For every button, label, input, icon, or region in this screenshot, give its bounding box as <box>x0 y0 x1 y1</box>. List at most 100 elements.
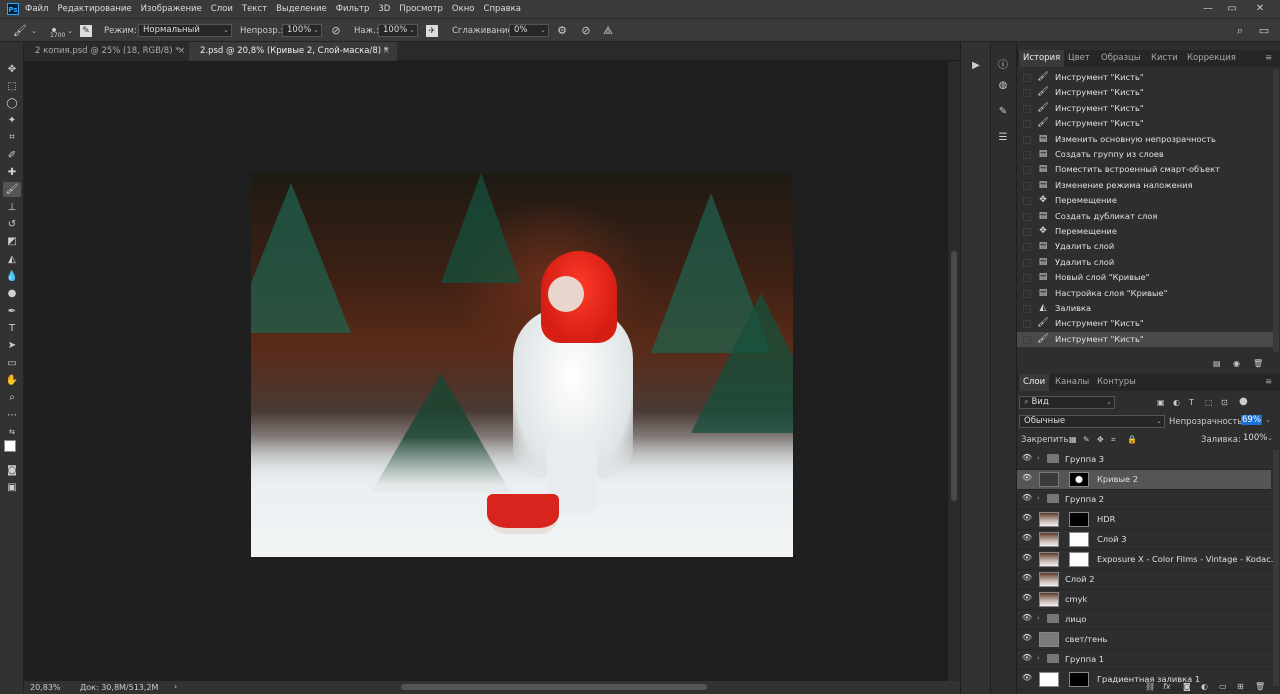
minimize-icon[interactable]: — <box>1198 0 1218 18</box>
filter-type-icon[interactable]: T <box>1189 398 1194 407</box>
filter-smart-icon[interactable]: ⊡ <box>1221 398 1228 407</box>
layer-row[interactable]: 👁 Слой 3 <box>1017 530 1271 550</box>
panel-menu-icon[interactable]: ≡ <box>1265 50 1272 67</box>
crop-tool-icon[interactable]: ⌗ <box>3 130 21 145</box>
tab-adjustments[interactable]: Коррекция <box>1187 50 1236 67</box>
gradient-fill-thumbnail[interactable] <box>1039 672 1059 687</box>
brush-settings-icon[interactable]: ✎ <box>80 25 92 37</box>
layers-scrollbar[interactable] <box>1273 450 1279 686</box>
dodge-tool-icon[interactable]: ● <box>3 286 21 301</box>
layer-row[interactable]: 👁 › Группа 2 <box>1017 490 1271 510</box>
tab-document-1[interactable]: 2 копия.psd @ 25% (18, RGB/8) * × <box>24 42 192 61</box>
eye-icon[interactable]: 👁 <box>1021 613 1033 622</box>
path-select-tool-icon[interactable]: ➤ <box>3 338 21 353</box>
gradient-tool-icon[interactable]: ◭ <box>3 252 21 267</box>
new-document-icon[interactable]: ▤ <box>1213 359 1221 368</box>
layer-thumbnail[interactable] <box>1039 512 1059 527</box>
menu-window[interactable]: Окно <box>452 4 475 14</box>
layer-filter-select[interactable]: ⌕ Вид ⌄ <box>1019 396 1115 409</box>
history-row[interactable]: ▤ Удалить слой <box>1017 239 1273 254</box>
tab-brushes[interactable]: Кисти <box>1151 50 1178 67</box>
eye-icon[interactable]: 👁 <box>1021 533 1033 542</box>
history-row[interactable]: ▤ Создать дубликат слоя <box>1017 209 1273 224</box>
pressure-size-icon[interactable]: ⊘ <box>578 23 594 39</box>
chevron-down-icon[interactable]: ⌄ <box>26 23 42 39</box>
symmetry-icon[interactable]: ⟁ <box>600 23 616 39</box>
menu-file[interactable]: Файл <box>25 4 48 14</box>
play-icon[interactable]: ▶ <box>968 58 984 74</box>
eye-icon[interactable]: 👁 <box>1021 593 1033 602</box>
filter-adjustment-icon[interactable]: ◐ <box>1173 398 1180 407</box>
history-row[interactable]: 🖌 Инструмент "Кисть" <box>1017 101 1273 116</box>
history-row[interactable]: 🖌 Инструмент "Кисть" <box>1017 331 1273 348</box>
layer-row[interactable]: 👁 свет/тень <box>1017 630 1271 650</box>
new-layer-icon[interactable]: ⊞ <box>1237 682 1244 691</box>
fx-icon[interactable]: fx <box>1163 682 1171 691</box>
pen-tool-icon[interactable]: ✒ <box>3 304 21 319</box>
hand-tool-icon[interactable]: ✋ <box>3 373 21 388</box>
chevron-right-icon[interactable]: › <box>174 682 177 691</box>
history-row[interactable]: ✥ Перемещение <box>1017 193 1273 208</box>
history-brush-source-checkbox[interactable] <box>1023 320 1031 329</box>
history-brush-source-checkbox[interactable] <box>1023 120 1031 129</box>
history-row[interactable]: ▤ Изменение режима наложения <box>1017 178 1273 193</box>
layer-row[interactable]: 👁 Градиентная заливка 1 <box>1017 670 1271 690</box>
history-brush-source-checkbox[interactable] <box>1023 89 1031 98</box>
menu-3d[interactable]: 3D <box>378 4 390 14</box>
blend-mode-select[interactable]: Обычные ⌄ <box>1019 415 1165 428</box>
close-icon[interactable]: × <box>383 42 390 61</box>
opacity-field[interactable]: 100% ⌄ <box>282 24 322 37</box>
eye-icon[interactable]: 👁 <box>1021 653 1033 662</box>
menu-filter[interactable]: Фильтр <box>336 4 370 14</box>
history-brush-source-checkbox[interactable] <box>1023 228 1031 236</box>
screen-mode-icon[interactable]: ▣ <box>3 480 21 495</box>
eye-icon[interactable]: 👁 <box>1021 513 1033 522</box>
lasso-tool-icon[interactable]: ◯ <box>3 96 21 111</box>
workspace-icon[interactable]: ▭ <box>1256 23 1272 39</box>
lock-pixels-icon[interactable]: ✎ <box>1083 435 1090 444</box>
tab-paths[interactable]: Контуры <box>1097 374 1136 391</box>
layer-row[interactable]: 👁 HDR <box>1017 510 1271 530</box>
history-brush-source-checkbox[interactable] <box>1023 305 1031 313</box>
filter-toggle-icon[interactable]: ● <box>1239 396 1248 407</box>
color-wheel-icon[interactable]: ◍ <box>995 78 1011 94</box>
close-icon[interactable]: × <box>178 42 185 61</box>
type-tool-icon[interactable]: T <box>3 321 21 336</box>
marquee-tool-icon[interactable]: ⬚ <box>3 79 21 94</box>
new-adjustment-icon[interactable]: ◐ <box>1201 682 1208 691</box>
search-icon[interactable]: ⌕ <box>1232 23 1248 39</box>
tab-document-2[interactable]: 2.psd @ 20,8% (Кривые 2, Слой-маска/8) *… <box>189 42 397 61</box>
history-brush-source-checkbox[interactable] <box>1023 151 1031 159</box>
zoom-level[interactable]: 20,83% <box>30 683 61 692</box>
layer-thumbnail[interactable] <box>1039 552 1059 567</box>
shape-tool-icon[interactable]: ▭ <box>3 356 21 371</box>
history-brush-source-checkbox[interactable] <box>1023 166 1031 175</box>
menu-image[interactable]: Изображение <box>141 4 202 14</box>
lock-transparency-icon[interactable]: ▦ <box>1069 435 1077 444</box>
swap-colors-icon[interactable]: ⇆ <box>3 425 21 440</box>
layer-mask-thumbnail[interactable] <box>1069 672 1089 687</box>
history-row[interactable]: 🖌 Инструмент "Кисть" <box>1017 70 1273 85</box>
layer-row[interactable]: 👁 Кривые 2 <box>1017 470 1271 490</box>
history-row[interactable]: ✥ Перемещение <box>1017 224 1273 239</box>
curves-adjustment-icon[interactable] <box>1039 472 1059 487</box>
history-scrollbar[interactable] <box>1273 70 1279 352</box>
zoom-tool-icon[interactable]: ⌕ <box>3 390 21 405</box>
add-mask-icon[interactable]: ◙ <box>1183 682 1191 691</box>
link-layers-icon[interactable]: ⛓ <box>1145 682 1155 691</box>
brush-settings-icon[interactable]: ✎ <box>995 104 1011 120</box>
layer-row[interactable]: 👁 › Группа 1 <box>1017 650 1271 670</box>
healing-tool-icon[interactable]: ✚ <box>3 165 21 180</box>
expand-arrow-icon[interactable]: › <box>1037 494 1040 502</box>
history-brush-source-checkbox[interactable] <box>1023 104 1031 113</box>
panel-menu-icon[interactable]: ≡ <box>1265 374 1272 391</box>
layer-thumbnail[interactable] <box>1039 572 1059 587</box>
brush-tool-icon[interactable]: 🖌 <box>3 182 21 197</box>
layer-thumbnail[interactable] <box>1039 632 1059 647</box>
magic-wand-tool-icon[interactable]: ✦ <box>3 113 21 128</box>
layer-row[interactable]: 👁 cmyk <box>1017 590 1271 610</box>
menu-edit[interactable]: Редактирование <box>57 4 131 14</box>
layer-mask-thumbnail[interactable] <box>1069 512 1089 527</box>
history-row[interactable]: ▤ Создать группу из слоев <box>1017 147 1273 162</box>
layer-mask-thumbnail[interactable] <box>1069 532 1089 547</box>
